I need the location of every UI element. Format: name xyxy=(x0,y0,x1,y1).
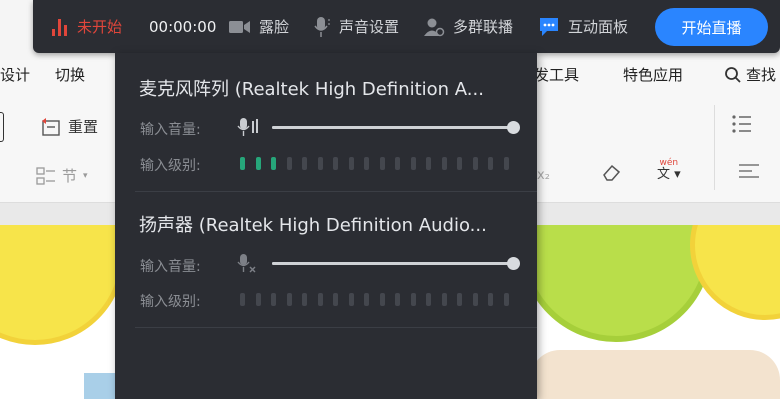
start-live-button[interactable]: 开始直播 xyxy=(655,8,768,46)
level-bar xyxy=(503,293,509,306)
mic-volume-slider[interactable] xyxy=(272,121,520,134)
pinyin-guide-icon[interactable]: wén 文 ▾ xyxy=(657,158,681,182)
audio-settings-panel: 麦克风阵列 (Realtek High Definition A... 输入音量… xyxy=(115,53,537,399)
speaker-mic-muted-icon[interactable] xyxy=(237,253,261,275)
align-left-icon[interactable] xyxy=(738,162,760,184)
level-bar xyxy=(410,293,416,306)
speaker-volume-thumb[interactable] xyxy=(506,257,520,270)
eraser-icon[interactable] xyxy=(600,162,622,186)
multi-group-button[interactable]: 多群联播 xyxy=(423,0,513,53)
level-bar xyxy=(333,293,338,306)
mic-input-volume-label: 输入音量: xyxy=(140,122,201,138)
multi-group-label: 多群联播 xyxy=(453,18,514,36)
chat-bubble-icon xyxy=(540,17,558,36)
search-icon xyxy=(725,66,741,83)
level-bar xyxy=(317,293,323,306)
speaker-volume-fill xyxy=(272,262,513,265)
level-bar xyxy=(255,157,261,170)
subscript-icon[interactable]: x₂ xyxy=(537,168,550,183)
level-bar xyxy=(426,293,431,306)
live-status-text: 未开始 xyxy=(77,18,123,36)
interactive-panel-label: 互动面板 xyxy=(568,18,629,36)
bullet-list-icon[interactable] xyxy=(731,113,757,139)
level-bar xyxy=(426,157,431,170)
level-bar xyxy=(240,293,245,306)
cloud-shape xyxy=(530,350,780,399)
users-link-icon xyxy=(424,18,445,36)
reset-label: 重置 xyxy=(68,118,99,136)
find-button[interactable]: 查找 xyxy=(724,64,776,85)
section-label: 节 xyxy=(62,167,78,185)
level-bar xyxy=(441,293,447,306)
level-bar xyxy=(348,293,354,306)
level-bar xyxy=(364,157,369,170)
level-bar xyxy=(395,293,400,306)
level-bar xyxy=(457,293,462,306)
microphone-icon xyxy=(314,16,330,37)
chevron-down-icon: ▾ xyxy=(83,170,88,181)
panel-divider xyxy=(135,191,537,192)
live-timer: 00:00:00 xyxy=(149,0,216,53)
level-bar xyxy=(240,157,245,170)
live-status: 未开始 xyxy=(51,0,122,53)
reset-icon xyxy=(42,117,60,136)
level-bar xyxy=(333,157,338,170)
signal-bars-icon xyxy=(52,18,67,36)
level-bar xyxy=(302,157,307,170)
tab-dev-tools[interactable]: 发工具 xyxy=(534,64,579,85)
level-bar xyxy=(317,157,323,170)
camera-button[interactable]: 露脸 xyxy=(229,0,289,53)
mic-input-level-label: 输入级别: xyxy=(140,158,201,174)
mic-mute-toggle-icon[interactable] xyxy=(237,117,261,137)
level-bar xyxy=(255,293,261,306)
level-bar xyxy=(472,157,478,170)
tab-special-apps[interactable]: 特色应用 xyxy=(623,64,683,85)
speaker-level-meter xyxy=(240,293,509,306)
reset-button[interactable]: 重置 xyxy=(40,116,98,137)
speaker-input-level-label: 输入级别: xyxy=(140,294,201,310)
level-bar xyxy=(488,157,493,170)
speaker-volume-slider[interactable] xyxy=(272,257,520,270)
section-icon xyxy=(36,166,55,185)
live-toolbar: 未开始 00:00:00 露脸 声音设置 多群联播 互动面板 开始直播 xyxy=(33,0,780,53)
sound-settings-button[interactable]: 声音设置 xyxy=(313,0,399,53)
level-bar xyxy=(441,157,447,170)
lemon-slice-far-right xyxy=(690,225,780,320)
tab-transition[interactable]: 切换 xyxy=(55,64,85,85)
mic-volume-thumb[interactable] xyxy=(506,121,520,134)
level-bar xyxy=(457,157,462,170)
find-label: 查找 xyxy=(746,66,777,84)
ribbon-divider xyxy=(714,105,715,190)
level-bar xyxy=(379,293,385,306)
level-bar xyxy=(488,293,493,306)
tab-design[interactable]: 设计 xyxy=(0,64,30,85)
mic-device-title: 麦克风阵列 (Realtek High Definition A... xyxy=(139,79,484,100)
timer-text: 00:00:00 xyxy=(149,17,217,36)
speaker-input-volume-label: 输入音量: xyxy=(140,259,201,275)
level-bar xyxy=(503,157,509,170)
section-button[interactable]: 节 ▾ xyxy=(36,165,88,186)
mic-volume-fill xyxy=(272,126,513,129)
sound-settings-label: 声音设置 xyxy=(339,18,400,36)
level-bar xyxy=(286,157,292,170)
level-bar xyxy=(410,157,416,170)
interactive-panel-button[interactable]: 互动面板 xyxy=(538,0,628,53)
panel-divider xyxy=(135,327,537,328)
lime-slice-right xyxy=(520,225,712,342)
level-bar xyxy=(286,293,292,306)
level-bar xyxy=(364,293,369,306)
level-bar xyxy=(348,157,354,170)
level-bar xyxy=(379,157,385,170)
speaker-device-title: 扬声器 (Realtek High Definition Audio... xyxy=(139,215,487,236)
level-bar xyxy=(395,157,400,170)
level-bar xyxy=(271,293,276,306)
layout-button-edge[interactable] xyxy=(0,112,4,142)
lemon-slice-left xyxy=(0,225,125,345)
level-bar xyxy=(302,293,307,306)
mic-level-meter xyxy=(240,157,509,170)
camera-label: 露脸 xyxy=(259,18,290,36)
level-bar xyxy=(271,157,276,170)
level-bar xyxy=(472,293,478,306)
camera-icon xyxy=(229,20,250,33)
